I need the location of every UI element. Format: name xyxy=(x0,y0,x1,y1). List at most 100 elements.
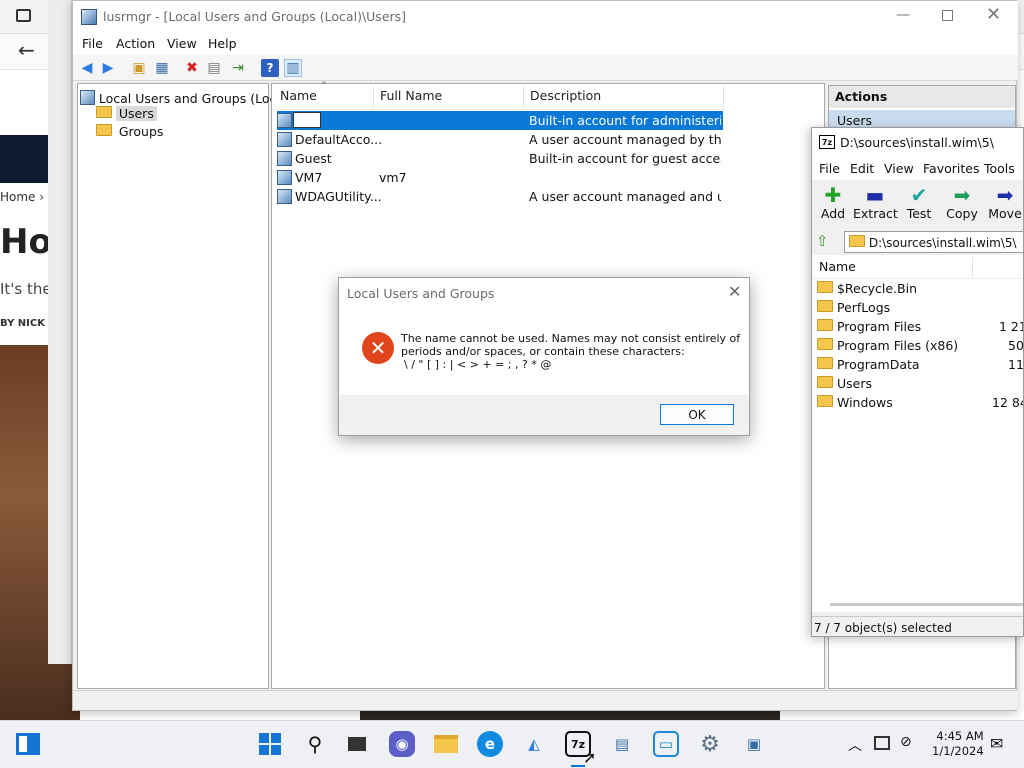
table-row[interactable]: Guest Built-in account for guest access … xyxy=(277,149,723,168)
computer-management-icon[interactable]: ▤ xyxy=(609,731,635,757)
breadcrumb[interactable]: Home › xyxy=(0,190,44,204)
file-size: 505 xyxy=(1008,338,1024,353)
actions-header: Actions xyxy=(829,86,1015,108)
parent-folder-icon[interactable]: ⇧ xyxy=(816,232,829,250)
sevenzip-menubar: File Edit View Favorites Tools xyxy=(812,158,1023,180)
column-separator[interactable] xyxy=(972,257,973,277)
list-item[interactable]: Program Files 1 219 xyxy=(817,319,1023,338)
path-value: D:\sources\install.wim\5\ xyxy=(868,236,1017,250)
status-bar xyxy=(73,690,1018,710)
column-name[interactable]: Name xyxy=(280,88,317,103)
column-separator[interactable] xyxy=(373,86,374,108)
properties-icon[interactable]: ▤ xyxy=(205,59,223,77)
maximize-button[interactable] xyxy=(942,10,953,21)
dialog-close-icon[interactable]: ✕ xyxy=(728,282,741,301)
notification-icon[interactable]: ✉ xyxy=(990,734,1003,753)
row-description: Built-in account for administering... xyxy=(529,113,721,128)
test-button[interactable]: ✔ Test xyxy=(897,184,941,221)
file-explorer-icon[interactable] xyxy=(433,731,459,757)
rename-input[interactable] xyxy=(293,112,321,128)
search-icon[interactable]: ⚲ xyxy=(302,731,328,757)
lusrmgr-menubar: File Action View Help xyxy=(73,33,1018,55)
file-name: Program Files (x86) xyxy=(836,338,959,353)
menu-help[interactable]: Help xyxy=(208,36,237,51)
sevenzip-titlebar: 7z D:\sources\install.wim\5\ xyxy=(812,128,1023,158)
table-row[interactable]: WDAGUtility... A user account managed an… xyxy=(277,187,723,206)
forward-icon[interactable]: ▶ xyxy=(99,59,117,77)
clock-time: 4:45 AM xyxy=(936,729,984,743)
close-button[interactable]: ✕ xyxy=(986,4,1001,25)
column-full-name[interactable]: Full Name xyxy=(380,88,442,103)
breadcrumb-home[interactable]: Home xyxy=(0,190,35,204)
sz-status-bar: 7 / 7 object(s) selected xyxy=(812,616,1023,636)
table-row[interactable]: Built-in account for administering... xyxy=(277,111,723,130)
clock-date: 1/1/2024 xyxy=(932,744,984,758)
tree-item-groups[interactable]: Groups xyxy=(96,124,166,139)
sz-menu-tools[interactable]: Tools xyxy=(984,161,1015,176)
sz-menu-edit[interactable]: Edit xyxy=(850,161,874,176)
back-arrow-icon[interactable]: ← xyxy=(18,38,35,62)
row-name: WDAGUtility... xyxy=(295,189,382,204)
column-description[interactable]: Description xyxy=(530,88,601,103)
tree-item-users[interactable]: Users xyxy=(96,106,157,121)
show-tree-icon[interactable]: ▦ xyxy=(153,59,171,77)
sevenzip-file-list: Name $Recycle.Bin PerfLogs Program Files… xyxy=(812,255,1024,612)
back-icon[interactable]: ◀ xyxy=(78,59,96,77)
help-icon[interactable]: ? xyxy=(261,59,279,77)
column-separator[interactable] xyxy=(523,86,524,108)
sz-menu-view[interactable]: View xyxy=(884,161,914,176)
sz-list-header: Name xyxy=(812,255,1023,279)
task-view-icon[interactable] xyxy=(344,731,370,757)
delete-icon[interactable]: ✖ xyxy=(183,59,201,77)
menu-view[interactable]: View xyxy=(167,36,197,51)
computer-users-icon xyxy=(80,90,95,105)
widgets-icon[interactable] xyxy=(15,731,41,757)
chevron-up-icon[interactable]: ︿ xyxy=(848,735,862,755)
list-item[interactable]: Users xyxy=(817,376,1023,395)
sz-menu-favorites[interactable]: Favorites xyxy=(923,161,979,176)
tab-actions-icon[interactable] xyxy=(16,9,31,22)
list-item[interactable]: ProgramData 110 xyxy=(817,357,1023,376)
user-icon xyxy=(277,132,292,147)
table-row[interactable]: VM7 vm7 xyxy=(277,168,723,187)
lusrmgr-taskbar-icon[interactable]: ▣ xyxy=(741,731,767,757)
folder-icon xyxy=(817,338,833,350)
sz-menu-file[interactable]: File xyxy=(819,161,840,176)
list-item[interactable]: Windows 12 840 xyxy=(817,395,1023,414)
up-folder-icon[interactable]: ▣ xyxy=(130,59,148,77)
error-dialog: Local Users and Groups ✕ ✕ The name cann… xyxy=(338,277,750,436)
user-icon xyxy=(277,170,292,185)
list-item[interactable]: PerfLogs xyxy=(817,300,1023,319)
column-separator[interactable] xyxy=(723,86,724,108)
extract-button[interactable]: ▬ Extract xyxy=(853,184,898,221)
copy-button[interactable]: ➡ Copy xyxy=(940,184,984,221)
settings-gear-icon[interactable]: ⚙ xyxy=(697,731,723,757)
add-label: Add xyxy=(820,206,846,221)
tree-root[interactable]: Local Users and Groups (Local) xyxy=(80,88,292,106)
volume-muted-icon[interactable]: ⊘ xyxy=(900,734,912,750)
list-item[interactable]: Program Files (x86) 505 xyxy=(817,338,1024,357)
start-icon[interactable] xyxy=(257,731,283,757)
sz-column-name[interactable]: Name xyxy=(819,259,856,274)
network-icon[interactable] xyxy=(874,736,890,750)
menu-action[interactable]: Action xyxy=(116,36,155,51)
chat-icon[interactable]: ◉ xyxy=(389,731,415,757)
remote-desktop-icon[interactable]: ▭ xyxy=(653,731,679,757)
copy-label: Copy xyxy=(946,206,978,221)
clock[interactable]: 4:45 AM 1/1/2024 xyxy=(932,729,984,759)
horizontal-scrollbar[interactable] xyxy=(830,603,1023,606)
edge-icon[interactable]: e xyxy=(477,731,503,757)
actions-section-label: Users xyxy=(837,113,873,128)
dialog-message-line3: \ / " [ ] : | < > + = ; , ? * @ xyxy=(404,358,552,371)
table-row[interactable]: DefaultAcco... A user account managed by… xyxy=(277,130,723,149)
move-button[interactable]: ➡ Move xyxy=(983,184,1023,221)
performance-monitor-icon[interactable]: ◭ xyxy=(521,731,547,757)
ok-button[interactable]: OK xyxy=(660,404,734,425)
export-list-icon[interactable]: ⇥ xyxy=(229,59,247,77)
path-field[interactable]: D:\sources\install.wim\5\ xyxy=(844,231,1023,253)
list-item[interactable]: $Recycle.Bin xyxy=(817,281,1023,300)
show-action-pane-icon[interactable]: ▥ xyxy=(284,59,302,77)
minimize-button[interactable]: — xyxy=(896,7,910,23)
add-button[interactable]: ✚ Add xyxy=(812,184,855,221)
menu-file[interactable]: File xyxy=(82,36,103,51)
